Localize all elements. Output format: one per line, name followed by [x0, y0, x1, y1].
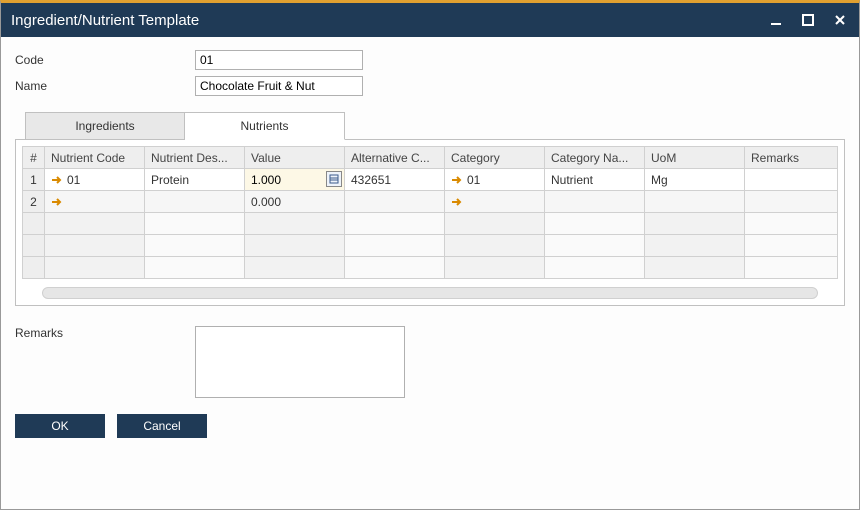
content-area: Code Name Ingredients Nutrients [1, 37, 859, 509]
remarks-cell[interactable] [745, 169, 838, 191]
table-row-empty [23, 257, 838, 279]
alt-code-cell[interactable] [345, 191, 445, 213]
link-arrow-icon[interactable] [451, 175, 463, 185]
col-category[interactable]: Category [445, 147, 545, 169]
category-name-cell[interactable] [545, 191, 645, 213]
rownum-cell: 1 [23, 169, 45, 191]
col-value[interactable]: Value [245, 147, 345, 169]
category-cell[interactable] [445, 191, 545, 213]
col-alt-code[interactable]: Alternative C... [345, 147, 445, 169]
lookup-icon[interactable] [326, 171, 342, 187]
remarks-row: Remarks [15, 326, 845, 398]
window-controls [767, 11, 849, 29]
col-category-name[interactable]: Category Na... [545, 147, 645, 169]
table-row-empty [23, 213, 838, 235]
remarks-textarea[interactable] [195, 326, 405, 398]
name-label: Name [15, 79, 195, 93]
col-uom[interactable]: UoM [645, 147, 745, 169]
cancel-button[interactable]: Cancel [117, 414, 207, 438]
ok-button[interactable]: OK [15, 414, 105, 438]
nutrient-code-text: 01 [67, 173, 80, 187]
category-name-cell[interactable]: Nutrient [545, 169, 645, 191]
value-cell-plain[interactable]: 0.000 [245, 191, 345, 213]
nutrient-code-cell[interactable]: 01 [45, 169, 145, 191]
code-label: Code [15, 53, 195, 67]
tab-ingredients[interactable]: Ingredients [25, 112, 185, 140]
table-row[interactable]: 2 0.000 [23, 191, 838, 213]
code-row: Code [15, 49, 845, 71]
category-text: 01 [467, 173, 480, 187]
window: Ingredient/Nutrient Template Code Name I… [0, 0, 860, 510]
col-rownum[interactable]: # [23, 147, 45, 169]
tab-nutrients[interactable]: Nutrients [185, 112, 345, 140]
uom-cell[interactable]: Mg [645, 169, 745, 191]
link-arrow-icon[interactable] [51, 175, 63, 185]
remarks-cell[interactable] [745, 191, 838, 213]
nutrients-grid: # Nutrient Code Nutrient Des... Value Al… [22, 146, 838, 279]
table-row-empty [23, 235, 838, 257]
category-cell[interactable]: 01 [445, 169, 545, 191]
footer-buttons: OK Cancel [15, 414, 845, 438]
tabs: Ingredients Nutrients [25, 111, 845, 139]
col-nutrient-code[interactable]: Nutrient Code [45, 147, 145, 169]
link-arrow-icon[interactable] [451, 197, 463, 207]
titlebar: Ingredient/Nutrient Template [1, 3, 859, 37]
grid-header-row: # Nutrient Code Nutrient Des... Value Al… [23, 147, 838, 169]
link-arrow-icon[interactable] [51, 197, 63, 207]
tabs-container: Ingredients Nutrients # Nutrient Code Nu… [15, 111, 845, 306]
col-nutrient-desc[interactable]: Nutrient Des... [145, 147, 245, 169]
nutrient-code-cell[interactable] [45, 191, 145, 213]
grid-panel: # Nutrient Code Nutrient Des... Value Al… [15, 139, 845, 306]
maximize-icon[interactable] [799, 11, 817, 29]
window-title: Ingredient/Nutrient Template [11, 12, 767, 29]
rownum-cell: 2 [23, 191, 45, 213]
minimize-icon[interactable] [767, 11, 785, 29]
remarks-label: Remarks [15, 326, 195, 398]
name-input[interactable] [195, 76, 363, 96]
code-input[interactable] [195, 50, 363, 70]
nutrient-desc-cell[interactable]: Protein [145, 169, 245, 191]
value-cell[interactable] [245, 169, 345, 191]
table-row[interactable]: 1 01 Protein [23, 169, 838, 191]
col-remarks[interactable]: Remarks [745, 147, 838, 169]
horizontal-scrollbar[interactable] [42, 287, 818, 299]
nutrient-desc-cell[interactable] [145, 191, 245, 213]
name-row: Name [15, 75, 845, 97]
uom-cell[interactable] [645, 191, 745, 213]
close-icon[interactable] [831, 11, 849, 29]
alt-code-cell[interactable]: 432651 [345, 169, 445, 191]
